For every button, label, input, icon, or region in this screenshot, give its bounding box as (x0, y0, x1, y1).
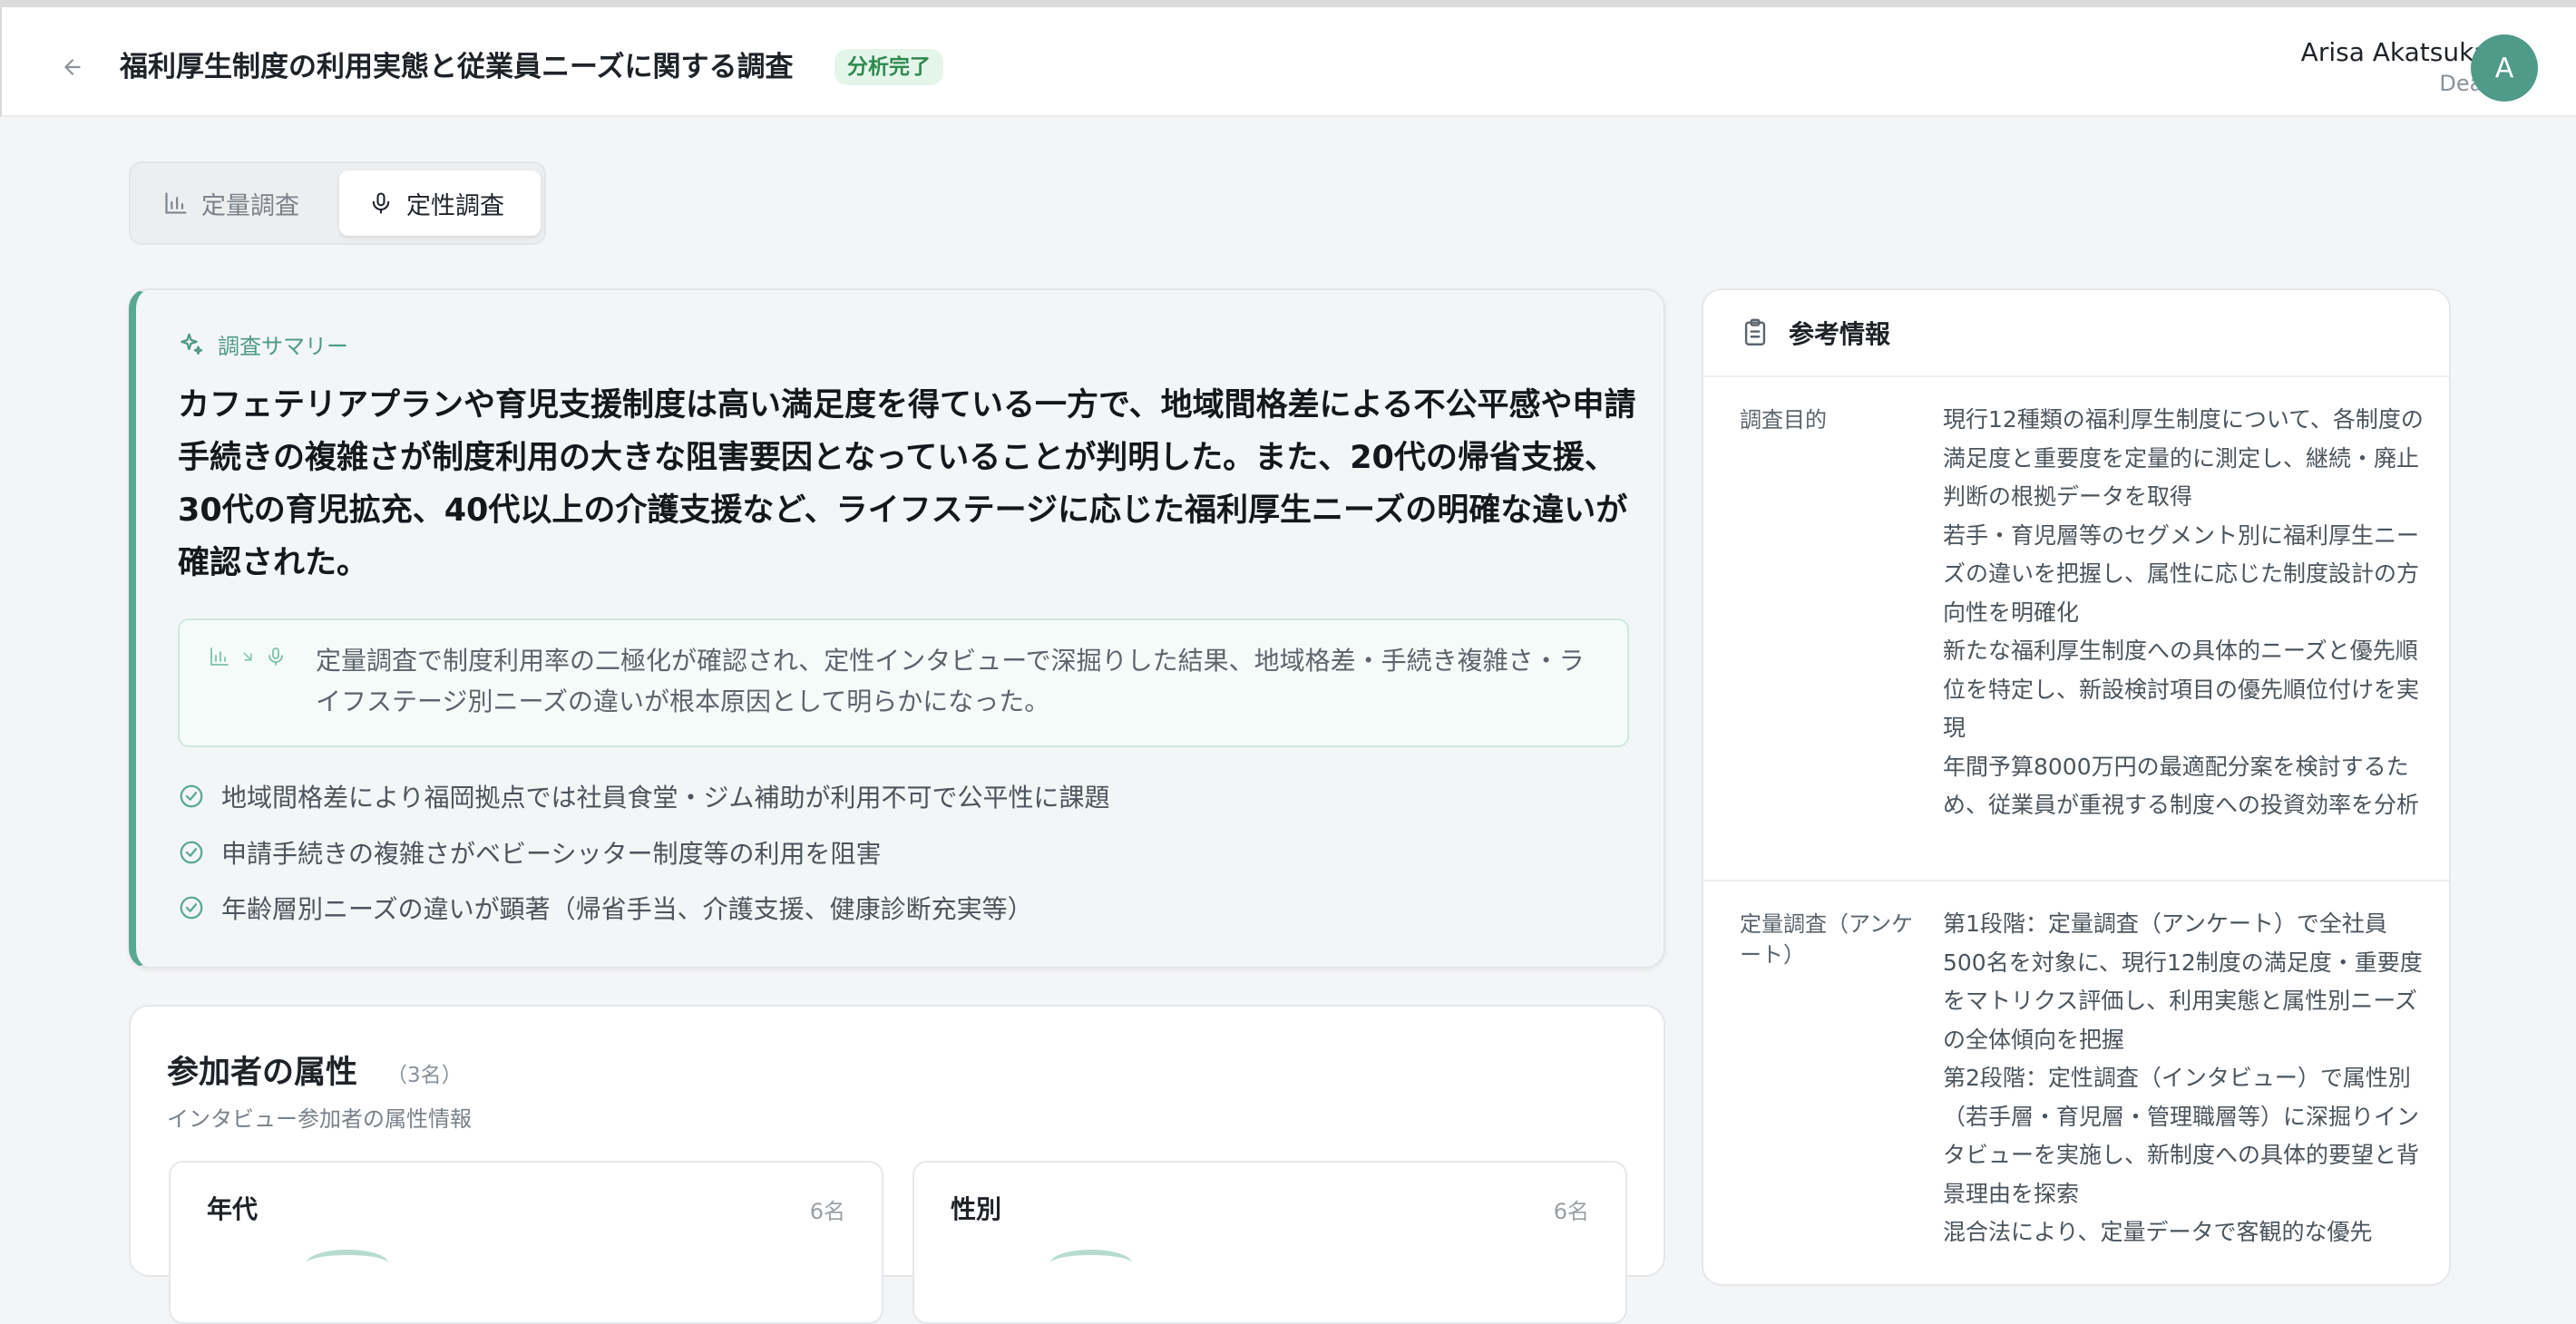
check-circle-icon (180, 896, 203, 920)
insight-icons (209, 646, 287, 667)
summary-label: 調査サマリー (178, 328, 348, 360)
reference-label: 定量調査（アンケート） (1740, 911, 1914, 968)
avatar[interactable]: A (2471, 34, 2538, 102)
age-card: 年代 6名 (169, 1161, 883, 1324)
age-card-count: 6名 (809, 1199, 845, 1224)
age-chart-partial (307, 1250, 388, 1277)
survey-type-tabs: 定量調査 定性調査 (129, 161, 546, 245)
tab-quantitative-label: 定量調査 (201, 191, 299, 220)
arrow-left-icon (64, 59, 81, 75)
back-button[interactable] (54, 49, 91, 85)
sparkles-icon (181, 333, 203, 355)
clipboard-list-icon (1744, 318, 1766, 346)
gender-card-count: 6名 (1553, 1199, 1589, 1224)
tab-qualitative-label: 定性調査 (406, 191, 504, 220)
check-circle-icon (180, 784, 203, 808)
page-title: 福利厚生制度の利用実態と従業員ニーズに関する調査 (120, 51, 794, 83)
insight-text: 定量調査で制度利用率の二極化が確認され、定性インタビューで深掘りした結果、地域格… (316, 646, 1585, 716)
reference-value-line: 若手・育児層等のセグメント別に福利厚生ニーズの違いを把握し、属性に応じた制度設計… (1943, 521, 2420, 626)
microphone-icon (372, 192, 390, 214)
participant-attributes-card: 参加者の属性 （3名） インタビュー参加者の属性情報 年代 6名 性別 6名 (129, 1005, 1665, 1324)
reference-value-line: 新たな福利厚生制度への具体的ニーズと優先順位を特定し、新設検討項目の優先順位付け… (1943, 638, 2420, 741)
reference-row-purpose: 調査目的 現行12種類の福利厚生制度について、各制度の満足度と重要度を定量的に測… (1703, 377, 2449, 881)
attributes-count: （3名） (386, 1064, 463, 1087)
bar-chart-icon (165, 192, 187, 214)
reference-value-line: 年間予算8000万円の最適配分案を検討するため、従業員が重視する制度への投資効率… (1943, 753, 2420, 819)
finding-text: 申請手続きの複雑さがベビーシッター制度等の利用を阻害 (221, 839, 882, 869)
tab-qualitative[interactable]: 定性調査 (339, 170, 541, 236)
reference-value-line: 混合法により、定量データで客観的な優先 (1943, 1219, 2373, 1245)
user-role: Deal (2439, 71, 2489, 96)
finding-item: 年齢層別ニーズの違いが顕著（帰省手当、介護支援、健康診断充実等） (178, 890, 1033, 926)
attributes-title: 参加者の属性 (167, 1055, 358, 1091)
reference-info-card: 参考情報 調査目的 現行12種類の福利厚生制度について、各制度の満足度と重要度を… (1702, 288, 2451, 1286)
page-header: 福利厚生制度の利用実態と従業員ニーズに関する調査 分析完了 Arisa Akat… (0, 7, 2576, 117)
arrow-down-right-icon (243, 652, 252, 661)
check-circle-icon (180, 841, 203, 864)
reference-label: 調査目的 (1740, 407, 1827, 433)
window-top-strip (0, 0, 2576, 7)
reference-row-quantitative: 定量調査（アンケート） 第1段階：定量調査（アンケート）で全社員500名を対象に… (1703, 881, 2449, 1299)
reference-value-line: 第1段階：定量調査（アンケート）で全社員500名を対象に、現行12制度の満足度・… (1943, 910, 2423, 1053)
reference-header: 参考情報 (1703, 290, 2449, 377)
reference-value-line: 第2段階：定性調査（インタビュー）で属性別（若手層・育児層・管理職層等）に深掘り… (1943, 1065, 2420, 1207)
finding-item: 申請手続きの複雑さがベビーシッター制度等の利用を阻害 (178, 834, 881, 871)
summary-card: 調査サマリー カフェテリアプランや育児支援制度は高い満足度を得ている一方で、地域… (129, 288, 1665, 969)
attributes-subtitle: インタビュー参加者の属性情報 (167, 1106, 472, 1132)
status-badge: 分析完了 (834, 49, 943, 85)
summary-label-text: 調査サマリー (218, 334, 348, 359)
finding-item: 地域間格差により福岡拠点では社員食堂・ジム補助が利用不可で公平性に課題 (178, 778, 1109, 814)
gender-chart-partial (1050, 1250, 1132, 1277)
reference-value: 第1段階：定量調査（アンケート）で全社員500名を対象に、現行12制度の満足度・… (1943, 905, 2424, 1252)
finding-text: 地域間格差により福岡拠点では社員食堂・ジム補助が利用不可で公平性に課題 (221, 783, 1110, 813)
age-card-title: 年代 (207, 1194, 259, 1224)
microphone-icon (268, 647, 283, 666)
gender-card-title: 性別 (951, 1194, 1002, 1224)
gender-card: 性別 6名 (912, 1161, 1627, 1324)
reference-value: 現行12種類の福利厚生制度について、各制度の満足度と重要度を定量的に測定し、継続… (1943, 401, 2424, 825)
reference-title: 参考情報 (1789, 319, 1891, 349)
insight-box: 定量調査で制度利用率の二極化が確認され、定性インタビューで深掘りした結果、地域格… (178, 618, 1629, 747)
reference-value-line: 現行12種類の福利厚生制度について、各制度の満足度と重要度を定量的に測定し、継続… (1943, 406, 2424, 510)
finding-text: 年齢層別ニーズの違いが顕著（帰省手当、介護支援、健康診断充実等） (221, 894, 1033, 924)
bar-chart-icon (210, 647, 229, 666)
summary-text: カフェテリアプランや育児支援制度は高い満足度を得ている一方で、地域間格差による不… (178, 387, 1636, 581)
